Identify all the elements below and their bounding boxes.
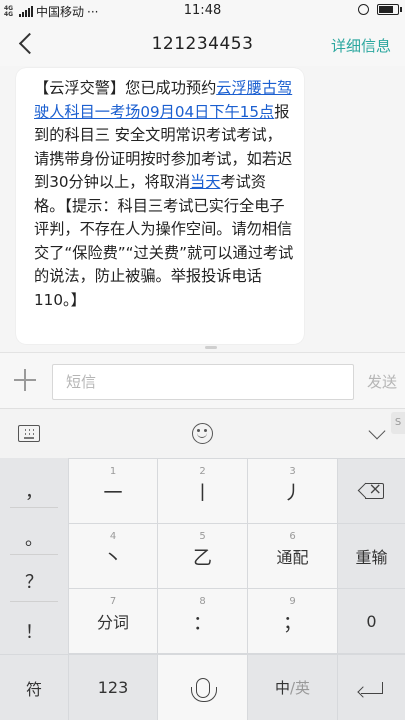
symbol-divider xyxy=(10,601,58,602)
backspace-key[interactable] xyxy=(338,459,405,523)
key-number: 4 xyxy=(109,531,117,542)
symbol-exclamation[interactable]: ！ xyxy=(0,618,68,644)
key-label: 通配 xyxy=(276,548,309,567)
symbol-period[interactable]: 。 xyxy=(0,525,68,551)
lang-secondary: 英 xyxy=(295,679,311,697)
status-right xyxy=(358,4,402,15)
key-label: 一 xyxy=(103,481,123,504)
key-1[interactable]: 1一 xyxy=(69,459,157,523)
key-6[interactable]: 6 通配 xyxy=(248,524,337,588)
key-label: 丿 xyxy=(282,481,302,504)
add-attachment-icon[interactable] xyxy=(13,368,37,392)
alarm-icon xyxy=(358,4,369,15)
key-number: 2 xyxy=(199,466,206,477)
key-label: 乙 xyxy=(192,546,212,569)
battery-icon xyxy=(377,4,402,15)
symbol-column[interactable]: ， 。 ？ ！ xyxy=(0,458,68,654)
key-label: 丨 xyxy=(192,481,212,504)
message-bubble[interactable]: 【云浮交警】您已成功预约云浮腰古驾驶人科目一考场09月04日下午15点报到的科目… xyxy=(16,68,304,344)
backspace-icon xyxy=(357,479,385,499)
key-8[interactable]: 8： xyxy=(158,589,247,653)
key-number: 8 xyxy=(199,596,206,607)
key-4[interactable]: 4丶 xyxy=(69,524,157,588)
conversation-area[interactable]: 【云浮交警】您已成功预约云浮腰古驾驶人科目一考场09月04日下午15点报到的科目… xyxy=(0,66,405,352)
side-badge[interactable]: S xyxy=(391,412,405,434)
enter-key[interactable] xyxy=(338,655,405,720)
send-button[interactable]: 发送 xyxy=(367,371,397,392)
keyboard-icon[interactable] xyxy=(18,425,40,442)
sms-input[interactable] xyxy=(52,364,354,400)
key-2[interactable]: 2丨 xyxy=(158,459,247,523)
status-bar: 4G 4G 中国移动 ··· 11:48 xyxy=(0,0,405,22)
key-number: 6 xyxy=(289,531,296,542)
symbol-label: 符 xyxy=(25,679,42,699)
key-number: 1 xyxy=(109,466,117,477)
symbol-comma[interactable]: ， xyxy=(0,478,68,504)
retype-label: 重输 xyxy=(355,548,388,567)
key-0[interactable]: 0 xyxy=(338,589,405,653)
symbol-divider xyxy=(10,554,58,555)
scroll-indicator xyxy=(205,346,217,349)
details-link[interactable]: 详细信息 xyxy=(331,35,391,56)
date-link[interactable]: 当天 xyxy=(190,173,220,191)
key-label: ； xyxy=(282,611,302,634)
symbol-divider xyxy=(10,507,58,508)
key-label: 分词 xyxy=(96,613,129,632)
key-9[interactable]: 9； xyxy=(248,589,337,653)
key-number: 7 xyxy=(109,596,117,607)
symbol-question[interactable]: ？ xyxy=(0,568,68,594)
message-text-3: 考试资格。【提示：科目三考试已实行全电子评判，不存在人为操作空间。请勿相信交了“… xyxy=(34,173,294,309)
emoji-icon[interactable] xyxy=(192,423,213,444)
key-label: ： xyxy=(192,611,212,634)
stroke-keyboard: ， 。 ？ ！ 1一 2丨 3丿 4丶 5乙 6通配 重输 7分词 8： 9； … xyxy=(0,458,405,720)
key-number: 9 xyxy=(289,596,296,607)
symbol-key[interactable]: 符 xyxy=(0,655,68,720)
language-toggle-key[interactable]: 中/英 xyxy=(248,655,337,720)
key-7[interactable]: 7 分词 xyxy=(69,589,157,653)
status-time: 11:48 xyxy=(183,3,222,18)
enter-icon xyxy=(360,681,383,694)
key-5[interactable]: 5乙 xyxy=(158,524,247,588)
retype-key[interactable]: 重输 xyxy=(338,524,405,588)
number-key[interactable]: 123 xyxy=(69,655,157,720)
lang-primary: 中 xyxy=(274,679,290,697)
key-3[interactable]: 3丿 xyxy=(248,459,337,523)
number-label: 123 xyxy=(97,678,129,697)
voice-key[interactable] xyxy=(158,655,247,720)
microphone-icon xyxy=(190,677,217,702)
keyboard-toolbar: S xyxy=(0,408,405,458)
key-label: 0 xyxy=(366,611,377,631)
key-number: 3 xyxy=(289,466,296,477)
conversation-header: 121234453 详细信息 xyxy=(0,22,405,66)
compose-bar: 发送 xyxy=(0,352,405,408)
chevron-down-icon[interactable] xyxy=(368,422,386,440)
key-label: 丶 xyxy=(103,546,123,569)
language-label: 中/英 xyxy=(275,677,310,698)
message-text-1: 【云浮交警】您已成功预约 xyxy=(34,79,217,97)
key-number: 5 xyxy=(199,531,206,542)
